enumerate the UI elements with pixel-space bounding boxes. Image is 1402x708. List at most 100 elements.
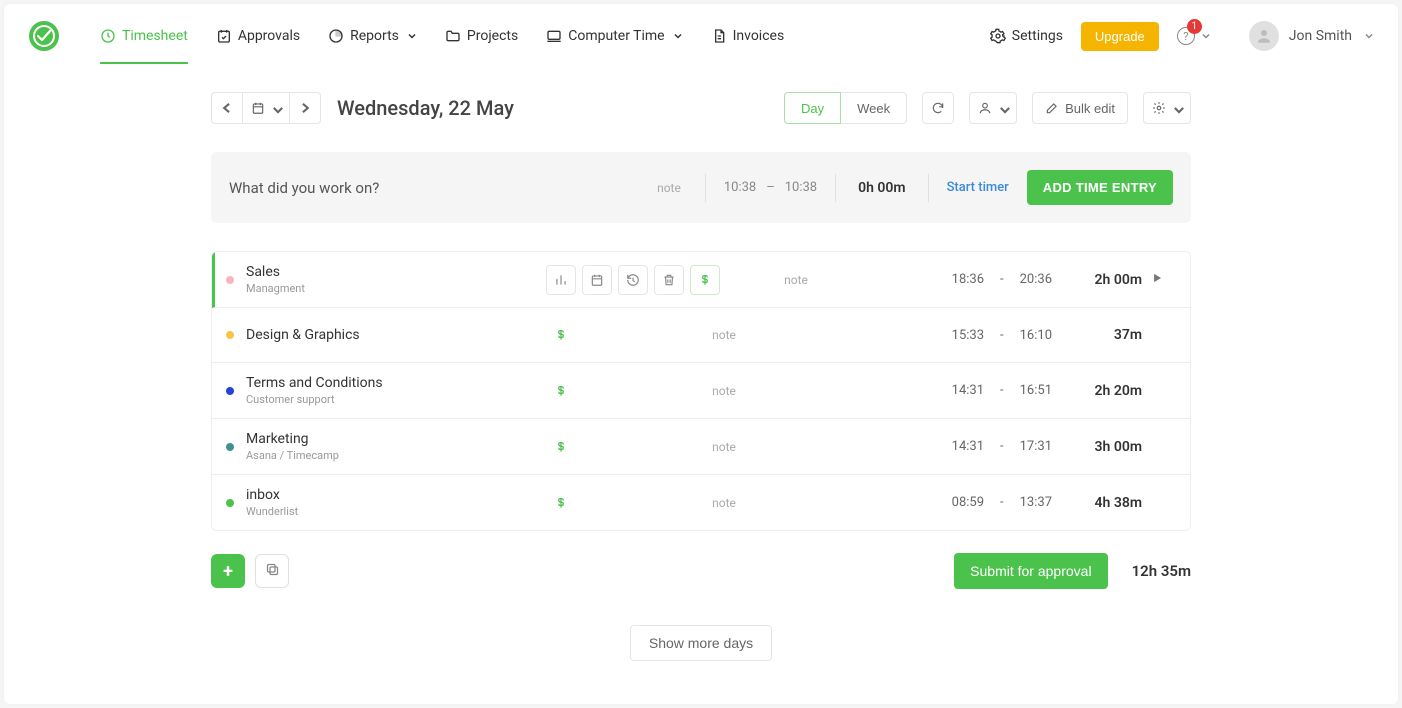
row-dash: - [1000, 495, 1004, 510]
entry-row[interactable]: Marketing Asana / Timecamp note 14:31 - … [212, 419, 1190, 475]
project-color-dot [226, 443, 234, 451]
row-note-button[interactable]: note [751, 273, 841, 287]
entry-title: inbox [246, 487, 546, 503]
entry-row[interactable]: Terms and Conditions Customer support no… [212, 363, 1190, 419]
view-toggle: Day Week [784, 92, 907, 124]
billable-button[interactable] [546, 432, 576, 462]
dash: – [766, 180, 775, 195]
entry-row[interactable]: inbox Wunderlist note 08:59 - 13:37 4h 3… [212, 475, 1190, 530]
user-menu[interactable]: Jon Smith [1249, 21, 1374, 51]
entry-title: Design & Graphics [246, 327, 546, 343]
row-note-button[interactable]: note [679, 328, 769, 342]
row-end-time: 16:10 [1020, 328, 1052, 343]
entry-info: Design & Graphics [246, 327, 546, 343]
entry-info: inbox Wunderlist [246, 487, 546, 518]
view-day-button[interactable]: Day [784, 92, 841, 124]
row-start-time: 18:36 [952, 272, 984, 287]
row-note-button[interactable]: note [679, 440, 769, 454]
chevron-down-icon [1172, 103, 1182, 113]
add-time-entry-button[interactable]: ADD TIME ENTRY [1027, 170, 1173, 205]
entry-row[interactable]: Design & Graphics note 15:33 - 16:10 37m [212, 308, 1190, 363]
view-week-button[interactable]: Week [840, 92, 907, 124]
billable-button[interactable] [690, 265, 720, 295]
date-title: Wednesday, 22 May [337, 96, 514, 120]
copy-button[interactable] [255, 554, 289, 588]
entry-subtitle: Managment [246, 282, 546, 295]
bulk-edit-button[interactable]: Bulk edit [1032, 92, 1128, 124]
bulk-edit-label: Bulk edit [1065, 101, 1115, 116]
divider [705, 174, 706, 202]
project-color-dot [226, 387, 234, 395]
submit-approval-button[interactable]: Submit for approval [954, 553, 1107, 589]
nav-computer-time[interactable]: Computer Time [546, 8, 682, 64]
avatar [1249, 21, 1279, 51]
nav-approvals[interactable]: Approvals [216, 8, 300, 64]
start-timer-link[interactable]: Start timer [941, 180, 1015, 195]
row-note-button[interactable]: note [679, 384, 769, 398]
play-cell [1142, 494, 1172, 512]
row-end-time: 20:36 [1020, 272, 1052, 287]
end-time: 10:38 [785, 180, 817, 195]
calendar-picker-button[interactable] [242, 92, 290, 124]
row-time-range[interactable]: 14:31 - 16:51 [872, 383, 1052, 398]
add-row-button[interactable]: + [211, 554, 245, 588]
entry-info: Sales Managment [246, 264, 546, 295]
row-time-range[interactable]: 18:36 - 20:36 [872, 272, 1052, 287]
row-start-time: 14:31 [952, 383, 984, 398]
project-color-dot [226, 276, 234, 284]
time-range[interactable]: 10:38 – 10:38 [718, 180, 823, 195]
topbar: Timesheet Approvals Reports Projects Com… [4, 4, 1398, 68]
play-icon[interactable] [1150, 271, 1164, 289]
copy-icon [265, 562, 280, 581]
reports-icon [328, 28, 344, 44]
row-dash: - [1000, 439, 1004, 454]
new-entry-bar: What did you work on? note 10:38 – 10:38… [211, 152, 1191, 223]
nav-label: Computer Time [568, 28, 664, 44]
billable-button[interactable] [546, 376, 576, 406]
gear-icon [1152, 101, 1166, 115]
entry-subtitle: Asana / Timecamp [246, 449, 546, 462]
settings-link[interactable]: Settings [990, 28, 1063, 44]
row-end-time: 13:37 [1020, 495, 1052, 510]
billable-button[interactable] [546, 320, 576, 350]
nav-label: Invoices [733, 28, 785, 44]
entries-list: Sales Managment note 18:36 - 20:36 2h 00… [211, 251, 1191, 531]
invoice-icon [711, 28, 727, 44]
note-button[interactable]: note [645, 181, 693, 195]
nav-projects[interactable]: Projects [445, 8, 518, 64]
upgrade-button[interactable]: Upgrade [1081, 22, 1159, 51]
row-actions [546, 488, 576, 518]
row-end-time: 17:31 [1020, 439, 1052, 454]
more-options-button[interactable] [1143, 92, 1191, 124]
nav-reports[interactable]: Reports [328, 8, 417, 64]
chevron-down-icon [271, 103, 281, 113]
task-input[interactable]: What did you work on? [229, 179, 633, 197]
row-time-range[interactable]: 15:33 - 16:10 [872, 328, 1052, 343]
history-button[interactable] [618, 265, 648, 295]
entry-info: Terms and Conditions Customer support [246, 375, 546, 406]
row-note-button[interactable]: note [679, 496, 769, 510]
stats-button[interactable] [546, 265, 576, 295]
row-duration: 37m [1052, 327, 1142, 343]
row-time-range[interactable]: 14:31 - 17:31 [872, 439, 1052, 454]
row-duration: 2h 20m [1052, 383, 1142, 399]
entry-row[interactable]: Sales Managment note 18:36 - 20:36 2h 00… [212, 252, 1190, 308]
nav-invoices[interactable]: Invoices [711, 8, 785, 64]
user-filter-button[interactable] [969, 92, 1017, 124]
nav-label: Approvals [238, 28, 300, 44]
content: Wednesday, 22 May Day Week Bulk edit Wh [211, 68, 1191, 701]
prev-day-button[interactable] [211, 92, 243, 124]
row-start-time: 15:33 [952, 328, 984, 343]
nav-timesheet[interactable]: Timesheet [100, 8, 188, 64]
clock-icon [100, 28, 116, 44]
duration-display: 0h 00m [848, 180, 915, 196]
next-day-button[interactable] [289, 92, 321, 124]
show-more-button[interactable]: Show more days [630, 625, 772, 661]
approval-icon [216, 28, 232, 44]
row-time-range[interactable]: 08:59 - 13:37 [872, 495, 1052, 510]
date-button[interactable] [582, 265, 612, 295]
billable-button[interactable] [546, 488, 576, 518]
delete-button[interactable] [654, 265, 684, 295]
refresh-button[interactable] [922, 92, 954, 124]
help-dropdown[interactable]: 1 ? [1177, 27, 1211, 45]
